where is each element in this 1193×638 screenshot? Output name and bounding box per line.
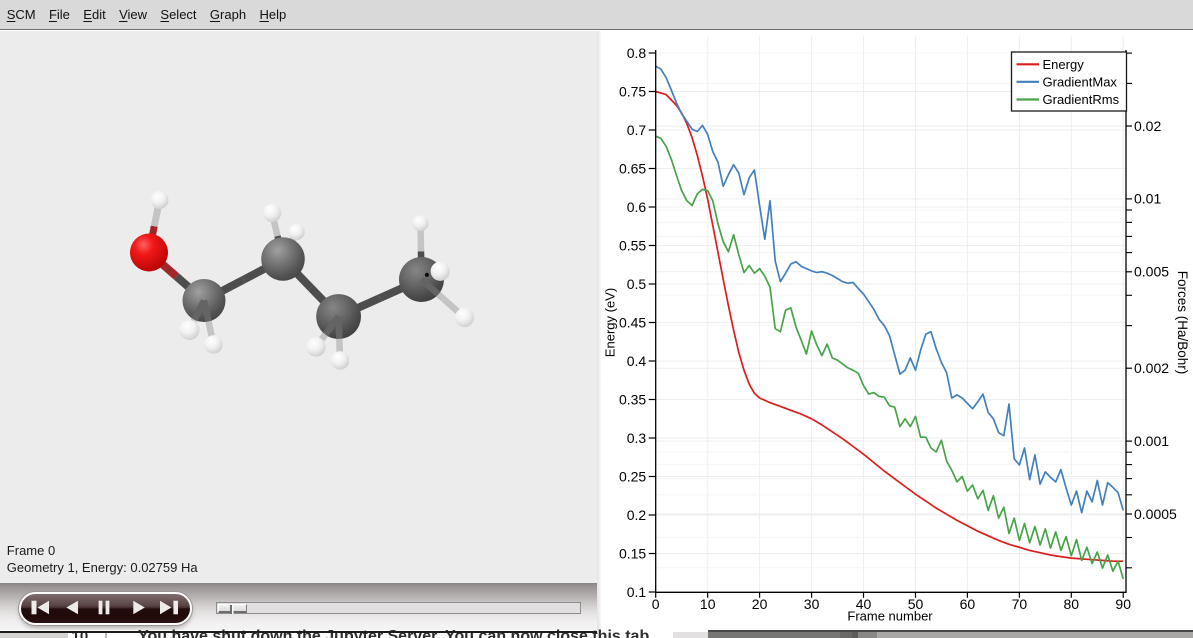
svg-text:0.15: 0.15	[619, 545, 646, 561]
svg-text:0.65: 0.65	[619, 160, 646, 176]
svg-text:0.25: 0.25	[619, 468, 646, 484]
svg-text:0.5: 0.5	[627, 276, 647, 292]
svg-text:Frame number: Frame number	[847, 609, 933, 624]
svg-text:0.8: 0.8	[627, 45, 647, 61]
svg-text:Forces (Ha/Bohr): Forces (Ha/Bohr)	[1175, 271, 1190, 375]
svg-text:0.75: 0.75	[619, 83, 646, 99]
svg-text:0.55: 0.55	[619, 237, 646, 253]
svg-text:0.45: 0.45	[619, 314, 646, 330]
svg-text:0.005: 0.005	[1134, 264, 1169, 280]
svg-text:0.6: 0.6	[627, 199, 647, 215]
svg-text:GradientRms: GradientRms	[1043, 92, 1120, 107]
svg-text:Energy: Energy	[1043, 57, 1085, 72]
svg-text:20: 20	[752, 596, 768, 612]
svg-text:10: 10	[700, 596, 716, 612]
svg-text:60: 60	[960, 596, 976, 612]
svg-text:0.01: 0.01	[1134, 191, 1161, 207]
svg-text:70: 70	[1012, 596, 1028, 612]
svg-text:0: 0	[652, 596, 660, 612]
svg-text:0.0005: 0.0005	[1134, 506, 1177, 522]
svg-text:Energy (eV): Energy (eV)	[603, 288, 618, 357]
svg-text:0.7: 0.7	[627, 122, 647, 138]
svg-text:80: 80	[1064, 596, 1080, 612]
svg-text:90: 90	[1115, 596, 1131, 612]
svg-text:GradientMax: GradientMax	[1043, 74, 1118, 89]
svg-text:0.02: 0.02	[1134, 118, 1161, 134]
svg-text:0.002: 0.002	[1134, 360, 1169, 376]
svg-text:30: 30	[804, 596, 820, 612]
svg-text:0.3: 0.3	[627, 430, 647, 446]
svg-text:0.4: 0.4	[627, 353, 647, 369]
svg-text:0.001: 0.001	[1134, 433, 1169, 449]
svg-text:0.1: 0.1	[627, 584, 647, 600]
svg-text:0.35: 0.35	[619, 391, 646, 407]
svg-text:0.2: 0.2	[627, 507, 647, 523]
